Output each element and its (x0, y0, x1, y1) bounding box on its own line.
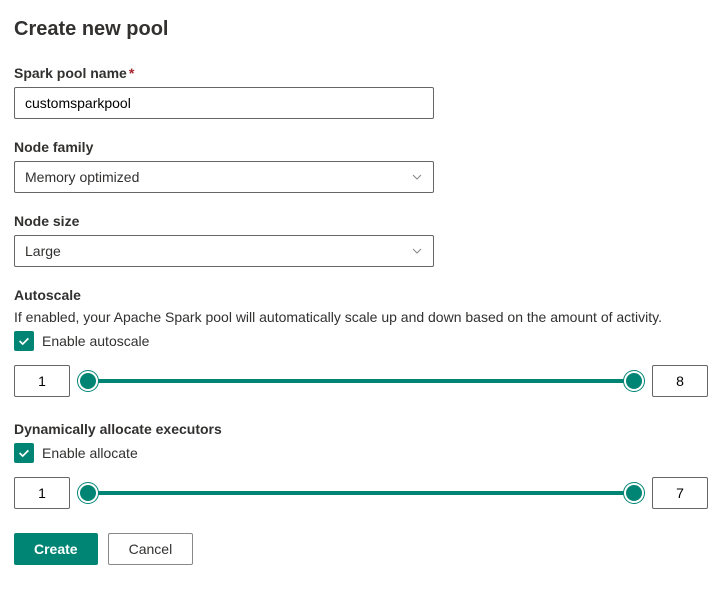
allocate-max-thumb[interactable] (626, 485, 642, 501)
required-star: * (129, 65, 134, 81)
cancel-button[interactable]: Cancel (108, 533, 194, 565)
node-family-value: Memory optimized (25, 169, 139, 185)
autoscale-label: Autoscale (14, 287, 708, 303)
node-size-select[interactable]: Large (14, 235, 434, 267)
allocate-label: Dynamically allocate executors (14, 421, 708, 437)
slider-track (82, 379, 640, 383)
node-size-value: Large (25, 243, 61, 259)
autoscale-checkbox-label: Enable autoscale (42, 333, 149, 349)
pool-name-input[interactable] (14, 87, 434, 119)
page-title: Create new pool (14, 18, 708, 41)
autoscale-max-input[interactable] (652, 365, 708, 397)
node-size-label: Node size (14, 213, 708, 229)
node-family-label: Node family (14, 139, 708, 155)
slider-track (82, 491, 640, 495)
allocate-checkbox[interactable] (14, 443, 34, 463)
autoscale-max-thumb[interactable] (626, 373, 642, 389)
allocate-checkbox-label: Enable allocate (42, 445, 138, 461)
autoscale-slider[interactable] (82, 371, 640, 391)
autoscale-min-thumb[interactable] (80, 373, 96, 389)
pool-name-label: Spark pool name* (14, 65, 708, 81)
allocate-slider[interactable] (82, 483, 640, 503)
allocate-max-input[interactable] (652, 477, 708, 509)
node-family-select[interactable]: Memory optimized (14, 161, 434, 193)
autoscale-checkbox[interactable] (14, 331, 34, 351)
chevron-down-icon (411, 245, 423, 257)
autoscale-help: If enabled, your Apache Spark pool will … (14, 309, 708, 325)
allocate-min-thumb[interactable] (80, 485, 96, 501)
create-button[interactable]: Create (14, 533, 98, 565)
autoscale-min-input[interactable] (14, 365, 70, 397)
allocate-min-input[interactable] (14, 477, 70, 509)
chevron-down-icon (411, 171, 423, 183)
